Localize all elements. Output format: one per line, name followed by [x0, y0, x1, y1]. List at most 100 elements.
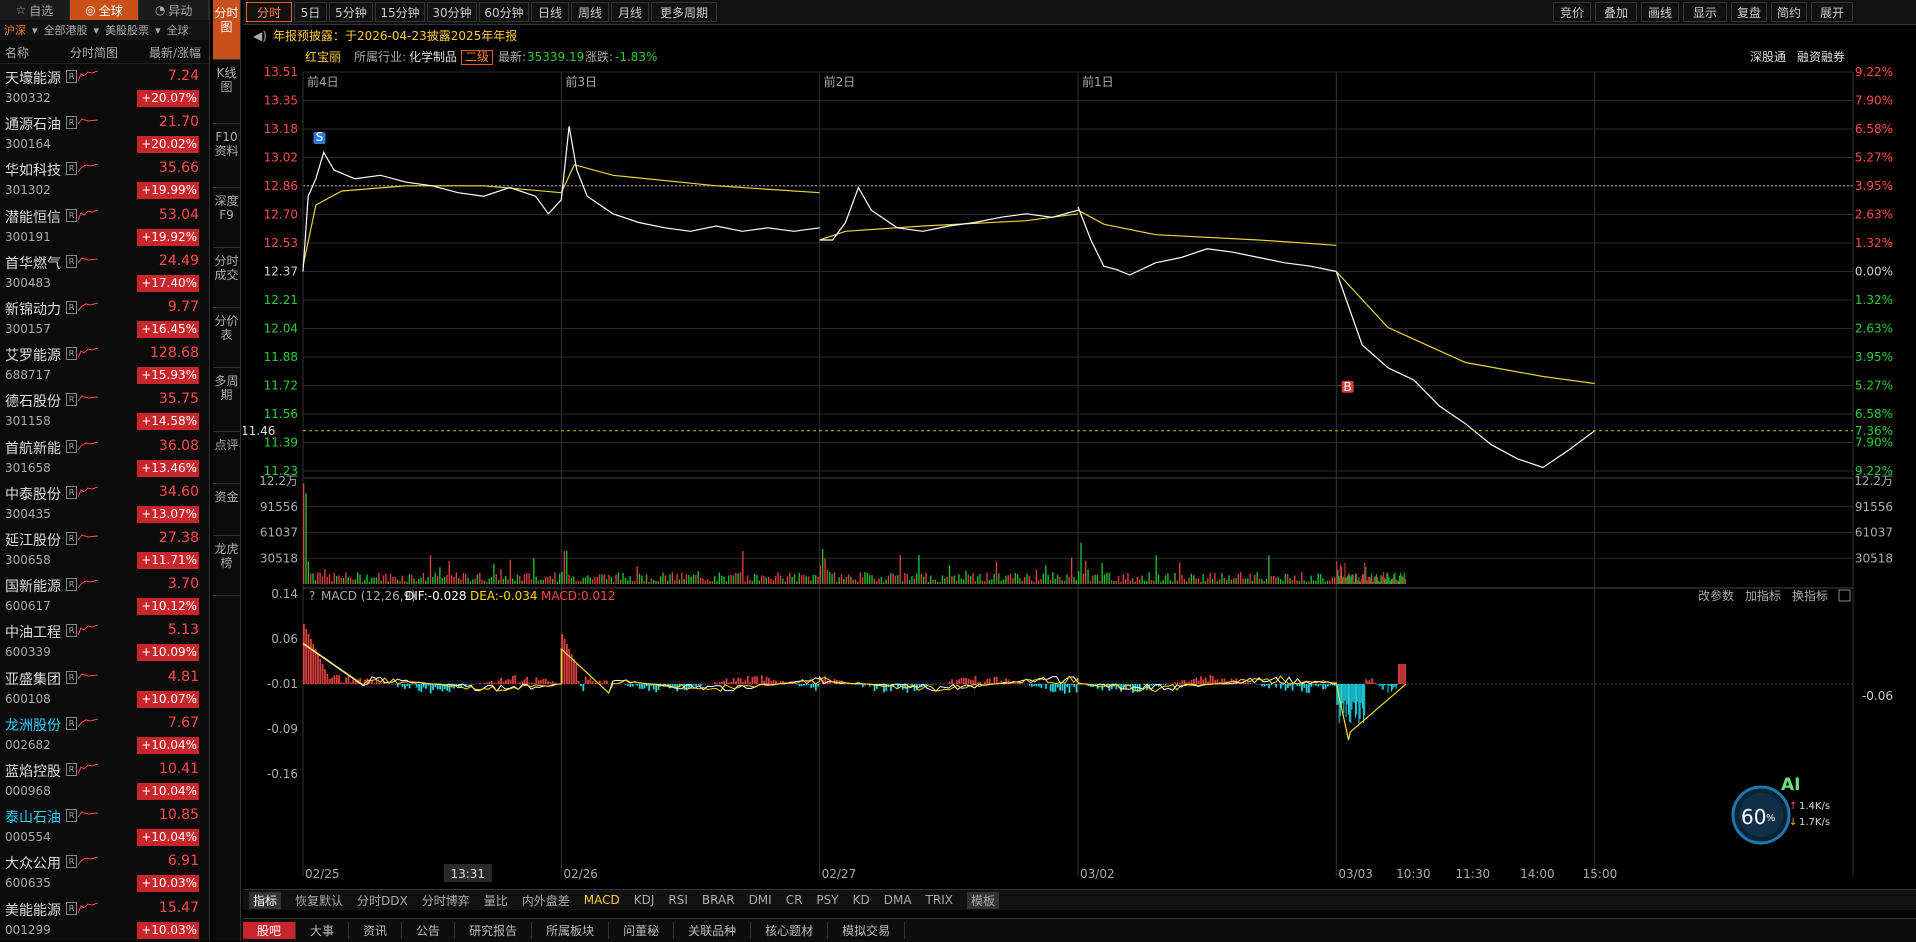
macd-tool-link[interactable]: 加指标 — [1745, 588, 1781, 603]
macd-bar — [1343, 684, 1344, 713]
view-tab[interactable]: 点评 — [213, 432, 240, 484]
period-button[interactable]: 分时 — [246, 2, 292, 22]
macd-bar — [763, 681, 765, 684]
indicator-tab[interactable]: 内外盘差 — [522, 892, 570, 909]
indicator-tab[interactable]: 量比 — [484, 892, 508, 909]
ai-speed-widget[interactable]: AI 60 % ↑ 1.4K/s ↓ 1.7K/s — [1729, 775, 1839, 845]
bottom-tab[interactable]: 大事 — [296, 922, 349, 939]
macd-bar — [545, 679, 547, 684]
view-tab[interactable]: 分价表 — [213, 308, 240, 368]
period-button[interactable]: 5日 — [294, 2, 327, 22]
col-price[interactable]: 最新/涨幅 — [149, 44, 201, 61]
indicator-tab[interactable]: 分时博弈 — [422, 892, 470, 909]
filter-us[interactable]: 美股股票 — [105, 22, 149, 38]
bottom-tab[interactable]: 关联品种 — [674, 922, 751, 939]
filter-hs[interactable]: 沪深 — [4, 22, 26, 38]
indicator-tab[interactable]: PSY — [816, 893, 838, 907]
tab-alerts[interactable]: ◔异动 — [139, 0, 209, 20]
volume-bar — [1228, 575, 1229, 584]
col-name[interactable]: 名称 — [5, 44, 29, 61]
stock-row[interactable]: 大众公用R6006356.91+10.03% — [0, 849, 209, 895]
stock-row[interactable]: 首航新能R30165836.08+13.46% — [0, 434, 209, 480]
stock-row[interactable]: 泰山石油R00055410.85+10.04% — [0, 803, 209, 849]
indicator-tab[interactable]: KDJ — [634, 893, 655, 907]
stock-row[interactable]: 潜能恒信R30019153.04+19.92% — [0, 203, 209, 249]
stock-row[interactable]: 新锦动力R3001579.77+16.45% — [0, 295, 209, 341]
view-tab[interactable]: K线图 — [213, 60, 240, 124]
stock-row[interactable]: 首华燃气R30048324.49+17.40% — [0, 249, 209, 295]
bottom-tab[interactable]: 问董秘 — [609, 922, 674, 939]
stock-row[interactable]: 天壕能源R3003327.24+20.07% — [0, 64, 209, 110]
notice-text[interactable]: 年报预披露：于2026-04-23披露2025年年报 — [273, 25, 517, 47]
filter-global[interactable]: 全球 — [167, 22, 189, 38]
indicator-tab[interactable]: RSI — [668, 893, 688, 907]
stock-row[interactable]: 通源石油R30016421.70+20.02% — [0, 110, 209, 156]
toolbar-option-button[interactable]: 显示 — [1683, 2, 1727, 22]
indicator-tab[interactable]: CR — [786, 893, 803, 907]
indicator-tab[interactable]: 模板 — [967, 892, 999, 909]
link-sgt[interactable]: 深股通 — [1750, 46, 1786, 68]
indicator-tab[interactable]: 指标 — [249, 892, 281, 909]
bottom-tab[interactable]: 模拟交易 — [828, 922, 905, 939]
toolbar-option-button[interactable]: 竞价 — [1553, 2, 1591, 22]
indicator-tab[interactable]: DMA — [884, 893, 912, 907]
filter-hk[interactable]: 全部港股 — [44, 22, 88, 38]
stock-row[interactable]: 延江股份R30065827.38+11.71% — [0, 526, 209, 572]
view-tab[interactable]: 深度F9 — [213, 188, 240, 248]
stock-row[interactable]: 德石股份R30115835.75+14.58% — [0, 387, 209, 433]
toolbar-option-button[interactable]: 叠加 — [1595, 2, 1637, 22]
toolbar-option-button[interactable]: 画线 — [1641, 2, 1679, 22]
indicator-tab[interactable]: BRAR — [702, 893, 735, 907]
industry-value[interactable]: 化学制品 — [409, 46, 457, 68]
bottom-tab[interactable]: 研究报告 — [455, 922, 532, 939]
bottom-tab[interactable]: 资讯 — [349, 922, 402, 939]
stock-row[interactable]: 国新能源R6006173.70+10.12% — [0, 572, 209, 618]
bottom-tab[interactable]: 核心题材 — [751, 922, 828, 939]
link-margin[interactable]: 融资融券 — [1797, 46, 1845, 68]
indicator-tab[interactable]: DMI — [749, 893, 772, 907]
bottom-tab[interactable]: 所属板块 — [532, 922, 609, 939]
indicator-tab[interactable]: MACD — [584, 893, 620, 907]
period-button[interactable]: 15分钟 — [375, 2, 425, 22]
tab-global[interactable]: ◎全球 — [70, 0, 140, 20]
stock-row[interactable]: 蓝焰控股R00096810.41+10.04% — [0, 757, 209, 803]
bottom-tab[interactable]: 股吧 — [243, 922, 296, 939]
volume-bar — [1340, 564, 1341, 584]
indicator-tab[interactable]: KD — [853, 893, 870, 907]
toolbar-option-button[interactable]: 复盘 — [1731, 2, 1767, 22]
intraday-chart[interactable]: 13.519.22%13.357.90%13.186.58%13.025.27%… — [243, 66, 1916, 888]
volume-bar — [754, 574, 755, 584]
indicator-tab[interactable]: 恢复默认 — [295, 892, 343, 909]
bottom-tab[interactable]: 公告 — [402, 922, 455, 939]
tab-favorites[interactable]: ☆自选 — [0, 0, 70, 20]
stock-row[interactable]: 艾罗能源R688717128.68+15.93% — [0, 341, 209, 387]
indicator-tab[interactable]: 分时DDX — [357, 892, 408, 909]
stock-row[interactable]: 中油工程R6003395.13+10.09% — [0, 618, 209, 664]
macd-bar — [1073, 684, 1075, 687]
macd-tool-link[interactable]: 改参数 — [1698, 588, 1734, 603]
period-button[interactable]: 周线 — [571, 2, 609, 22]
stock-row[interactable]: 华如科技R30130235.66+19.99% — [0, 156, 209, 202]
macd-tool-link[interactable]: 换指标 — [1792, 588, 1828, 603]
view-tab[interactable]: 分时成交 — [213, 248, 240, 308]
toolbar-option-button[interactable]: 展开 — [1811, 2, 1853, 22]
view-tab[interactable]: F10资料 — [213, 124, 240, 188]
period-button[interactable]: 30分钟 — [427, 2, 477, 22]
view-tab[interactable]: 分时图 — [213, 0, 240, 60]
stock-row[interactable]: 美能能源R00129915.47+10.03% — [0, 896, 209, 942]
macd-bar — [1264, 684, 1266, 687]
stock-row[interactable]: 中泰股份R30043534.60+13.07% — [0, 480, 209, 526]
indicator-tab[interactable]: TRIX — [926, 893, 953, 907]
period-button[interactable]: 日线 — [531, 2, 569, 22]
stock-row[interactable]: 龙洲股份R0026827.67+10.04% — [0, 711, 209, 757]
stock-row[interactable]: 亚盛集团R6001084.81+10.07% — [0, 665, 209, 711]
view-tab[interactable]: 资金 — [213, 484, 240, 536]
period-button[interactable]: 60分钟 — [479, 2, 529, 22]
stock-change-badge: +14.58% — [137, 413, 199, 430]
toolbar-option-button[interactable]: 简约 — [1771, 2, 1807, 22]
period-button[interactable]: 5分钟 — [329, 2, 373, 22]
view-tab[interactable]: 多周期 — [213, 368, 240, 432]
period-button[interactable]: 更多周期 — [651, 2, 717, 22]
view-tab[interactable]: 龙虎榜 — [213, 536, 240, 596]
period-button[interactable]: 月线 — [611, 2, 649, 22]
